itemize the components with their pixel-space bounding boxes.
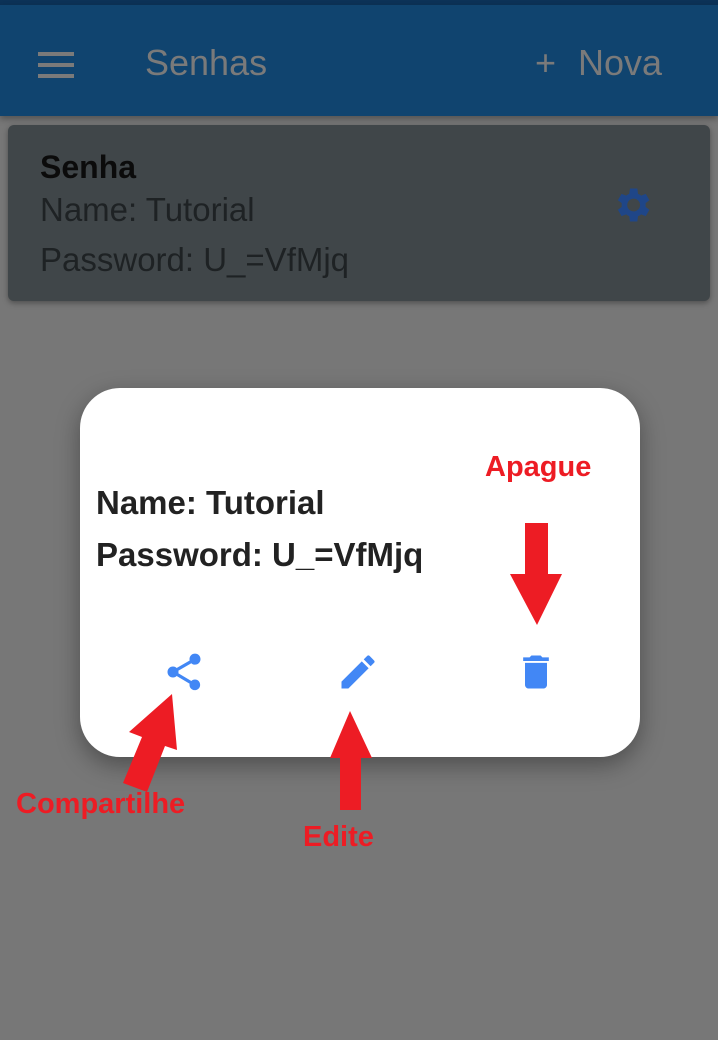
share-arrow [123,694,177,792]
edit-arrow [330,711,372,810]
delete-arrow [510,523,562,625]
delete-annotation: Apague [485,451,592,483]
share-annotation: Compartilhe [16,788,186,820]
edit-annotation: Edite [303,821,374,853]
annotation-arrows [123,523,562,810]
